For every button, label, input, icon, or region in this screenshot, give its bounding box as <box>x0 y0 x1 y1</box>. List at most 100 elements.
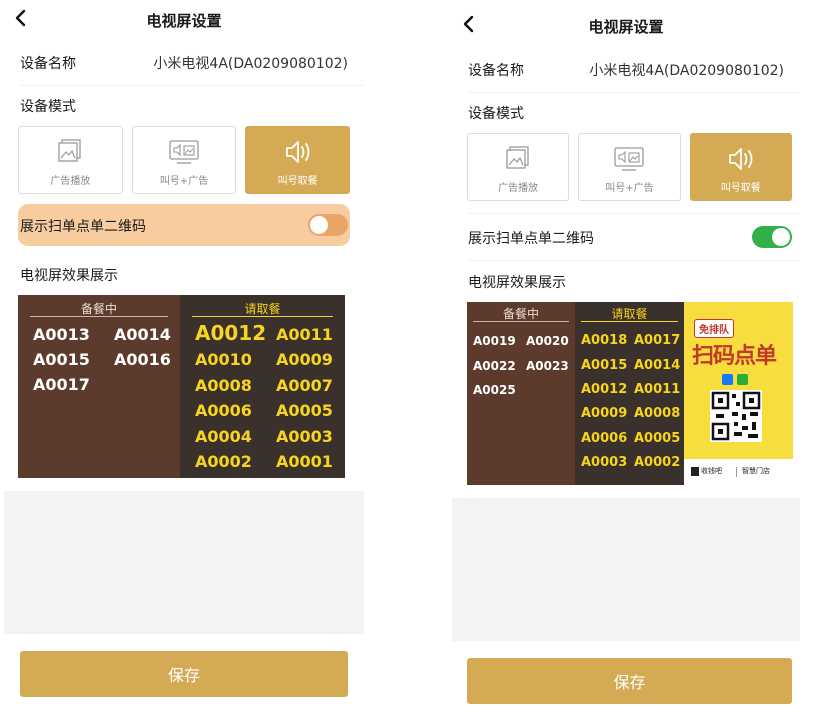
nav-bar: 电视屏设置 <box>4 0 364 40</box>
toggle-knob <box>772 228 790 246</box>
speaker-icon <box>281 138 315 166</box>
divider <box>473 321 569 322</box>
device-mode-label-row: 设备模式 <box>468 103 784 125</box>
preparing-column: 备餐中 A0013 A0014 A0015 A0016 A0017 <box>18 295 180 478</box>
preview-label-row: 电视屏效果展示 <box>468 272 792 294</box>
pickup-number: A0017 <box>634 333 681 348</box>
qr-toggle-switch[interactable] <box>308 214 348 236</box>
device-name-row: 设备名称 小米电视4A(DA0209080102) <box>468 60 784 82</box>
device-name-value: 小米电视4A(DA0209080102) <box>589 63 784 79</box>
footer-brand-bar: 收钱吧 智慧门店 <box>684 459 793 485</box>
tv-speaker-image-icon <box>167 138 201 166</box>
divider <box>30 316 168 317</box>
pickup-number: A0010 <box>195 350 252 369</box>
preparing-number: A0013 <box>33 325 90 344</box>
pickup-number: A0011 <box>276 325 333 344</box>
divider <box>736 467 737 477</box>
preview-label-row: 电视屏效果展示 <box>20 265 348 287</box>
preparing-header: 备餐中 <box>80 302 117 316</box>
mode-selector: 广告播放 叫号+广告 叫号取餐 <box>18 126 351 194</box>
preparing-column: 备餐中 A0019 A0020 A0022 A0023 A0025 <box>467 302 575 485</box>
pickup-number: A0009 <box>581 406 628 421</box>
device-name-value: 小米电视4A(DA0209080102) <box>153 56 348 72</box>
mode-label: 叫号取餐 <box>277 176 318 187</box>
pickup-number: A0014 <box>634 358 681 373</box>
mode-ad-playback[interactable]: 广告播放 <box>18 126 123 194</box>
mode-call-pickup[interactable]: 叫号取餐 <box>245 126 351 194</box>
pickup-number: A0006 <box>581 431 628 446</box>
divider <box>20 85 364 86</box>
brand-logo-icon <box>691 467 699 476</box>
wechat-icon <box>737 374 748 385</box>
preparing-header: 备餐中 <box>502 307 539 321</box>
nav-bar: 电视屏设置 <box>452 6 800 46</box>
speaker-icon <box>724 145 758 173</box>
alipay-icon <box>722 374 733 385</box>
save-button[interactable]: 保存 <box>467 658 792 704</box>
divider <box>468 213 800 214</box>
preparing-number: A0016 <box>114 350 171 369</box>
tv-preview: 备餐中 A0019 A0020 A0022 A0023 A0025 请取餐 A0… <box>467 302 793 485</box>
phone-screen-left: 电视屏设置 设备名称 小米电视4A(DA0209080102) 设备模式 广告播… <box>4 0 364 719</box>
empty-area <box>4 491 364 634</box>
pickup-header: 请取餐 <box>611 307 648 321</box>
device-name-row: 设备名称 小米电视4A(DA0209080102) <box>20 53 348 75</box>
mode-label: 叫号取餐 <box>720 183 761 194</box>
mode-call-plus-ad[interactable]: 叫号+广告 <box>578 133 681 201</box>
image-icon <box>503 145 533 173</box>
save-button[interactable]: 保存 <box>20 651 348 697</box>
mode-call-pickup[interactable]: 叫号取餐 <box>689 133 792 201</box>
mode-selector: 广告播放 叫号+广告 叫号取餐 <box>467 133 792 201</box>
pickup-number: A0007 <box>276 376 333 395</box>
pickup-number: A0005 <box>276 401 333 420</box>
mode-ad-playback[interactable]: 广告播放 <box>467 133 570 201</box>
page-title: 电视屏设置 <box>146 12 222 30</box>
pickup-number: A0006 <box>195 401 252 420</box>
preparing-number: A0017 <box>33 375 90 394</box>
page-title: 电视屏设置 <box>588 18 664 36</box>
device-name-label: 设备名称 <box>20 56 76 72</box>
mode-call-plus-ad[interactable]: 叫号+广告 <box>131 126 237 194</box>
pickup-number: A0002 <box>634 455 681 470</box>
qr-toggle-row: 展示扫单点单二维码 <box>18 204 350 246</box>
mode-label: 广告播放 <box>50 176 91 187</box>
divider <box>468 260 800 261</box>
pickup-number: A0002 <box>195 452 252 471</box>
device-name-label: 设备名称 <box>468 63 524 79</box>
mode-label: 广告播放 <box>498 183 539 194</box>
mode-label: 叫号+广告 <box>159 176 209 187</box>
qr-toggle-switch[interactable] <box>752 226 792 248</box>
queue-free-badge: 免排队 <box>694 319 734 338</box>
divider <box>468 92 800 93</box>
pickup-number: A0003 <box>276 427 333 446</box>
divider <box>581 321 678 322</box>
pickup-number: A0015 <box>581 358 628 373</box>
tv-speaker-image-icon <box>612 145 646 173</box>
empty-area <box>452 498 800 641</box>
pickup-number: A0004 <box>195 427 252 446</box>
qr-toggle-label: 展示扫单点单二维码 <box>20 219 146 235</box>
pickup-number-latest: A0012 <box>195 321 267 345</box>
brand-left: 收钱吧 <box>701 467 722 475</box>
image-icon <box>55 138 85 166</box>
pickup-number: A0011 <box>634 382 681 397</box>
pickup-column: 请取餐 A0018 A0017 A0015 A0014 A0012 A0011 … <box>575 302 684 485</box>
device-mode-label: 设备模式 <box>468 106 524 122</box>
preparing-number: A0015 <box>33 350 90 369</box>
pickup-column: 请取餐 A0012 A0011 A0010 A0009 A0008 A0007 … <box>180 295 345 478</box>
preparing-number: A0025 <box>473 383 516 397</box>
pickup-number: A0005 <box>634 431 681 446</box>
brand-right: 智慧门店 <box>742 467 770 475</box>
pickup-header: 请取餐 <box>244 302 281 316</box>
phone-screen-right: 电视屏设置 设备名称 小米电视4A(DA0209080102) 设备模式 广告播… <box>452 0 800 719</box>
tv-preview: 备餐中 A0013 A0014 A0015 A0016 A0017 请取餐 A0… <box>18 295 345 478</box>
preparing-number: A0023 <box>526 359 569 373</box>
qr-toggle-label: 展示扫单点单二维码 <box>468 231 594 247</box>
pickup-number: A0008 <box>634 406 681 421</box>
preview-label: 电视屏效果展示 <box>20 268 118 284</box>
pickup-number: A0001 <box>276 452 333 471</box>
pickup-number: A0018 <box>581 333 628 348</box>
device-mode-label: 设备模式 <box>20 99 76 115</box>
pickup-number: A0003 <box>581 455 628 470</box>
scan-order-headline: 扫码点单 <box>692 344 777 369</box>
